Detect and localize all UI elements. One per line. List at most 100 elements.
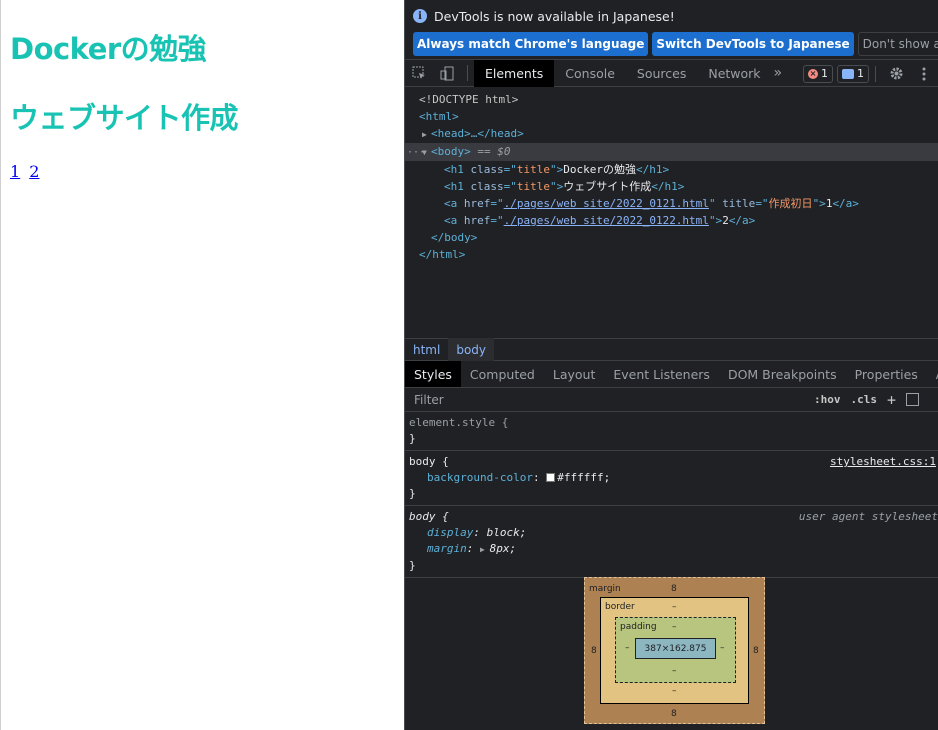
- border-top-value: –: [672, 602, 677, 612]
- dom-a-1[interactable]: <a href="./pages/web site/2022_0121.html…: [405, 195, 938, 212]
- stylesheet-source-link[interactable]: stylesheet.css:1: [830, 454, 936, 470]
- subtab-dom-breakpoints[interactable]: DOM Breakpoints: [719, 361, 846, 387]
- margin-right-value: 8: [753, 646, 759, 656]
- rule-element-style[interactable]: element.style { }: [405, 412, 938, 451]
- color-swatch[interactable]: [546, 473, 556, 482]
- device-toolbar-icon[interactable]: [433, 60, 461, 87]
- infobar-buttons: Always match Chrome's language Switch De…: [413, 32, 938, 56]
- subtab-styles[interactable]: Styles: [405, 361, 461, 387]
- breadcrumb-body[interactable]: body: [448, 338, 495, 361]
- subtab-layout[interactable]: Layout: [544, 361, 605, 387]
- selected-marker: == $0: [470, 145, 511, 158]
- tabbar-divider-right: [875, 65, 876, 82]
- margin-label: margin: [589, 584, 621, 594]
- h1-1-text: Dockerの勉強: [563, 163, 636, 176]
- subtab-event-listeners[interactable]: Event Listeners: [604, 361, 719, 387]
- bg-color-declaration[interactable]: background-color: #ffffff;: [409, 470, 934, 486]
- rule-close: }: [409, 432, 416, 445]
- margin-top-value: 8: [671, 584, 677, 594]
- padding-top-value: –: [672, 622, 677, 632]
- display-value: block;: [486, 526, 527, 539]
- dom-head[interactable]: ▶ <head>…</head>: [405, 125, 938, 143]
- collapse-arrow-icon[interactable]: ▼: [422, 144, 431, 161]
- dom-html-close[interactable]: </html>: [405, 246, 938, 263]
- page-title-website: ウェブサイト作成: [10, 101, 239, 135]
- ellipsis-icon: ···: [407, 147, 426, 158]
- padding-label: padding: [620, 622, 657, 632]
- dom-a-2[interactable]: <a href="./pages/web site/2022_0122.html…: [405, 212, 938, 229]
- error-icon: ×: [808, 68, 818, 79]
- main-tabbar: Elements Console Sources Network » × 1 1: [405, 59, 938, 87]
- new-rule-icon[interactable]: +: [887, 391, 896, 409]
- match-language-button[interactable]: Always match Chrome's language: [413, 32, 649, 56]
- more-tabs-icon[interactable]: »: [774, 65, 783, 81]
- tab-network[interactable]: Network: [697, 60, 771, 87]
- cls-toggle[interactable]: .cls: [851, 393, 878, 406]
- a1-title: 作成初日: [768, 197, 813, 210]
- subtab-accessibility[interactable]: Accessibility: [927, 361, 938, 387]
- message-badge[interactable]: 1: [837, 64, 869, 83]
- user-agent-source: user agent stylesheet: [798, 510, 938, 523]
- dom-body-close[interactable]: </body>: [405, 229, 938, 246]
- filter-controls: :hov .cls +: [814, 391, 920, 409]
- infobar-message: DevTools is now available in Japanese!: [434, 8, 675, 24]
- switch-language-button[interactable]: Switch DevTools to Japanese: [652, 32, 854, 56]
- page-title-docker: Dockerの勉強: [10, 32, 207, 66]
- devtools-panel: i DevTools is now available in Japanese!…: [404, 0, 938, 730]
- link-page-1[interactable]: 1: [10, 162, 20, 181]
- dom-h1-2[interactable]: <h1 class="title">ウェブサイト作成</h1>: [405, 178, 938, 195]
- error-count: 1: [821, 67, 828, 80]
- html-close-tag: </html>: [419, 248, 466, 261]
- head-tag: <head>…</head>: [431, 127, 524, 140]
- html-open-tag: <html>: [419, 110, 459, 123]
- margin-left-value: 8: [591, 646, 597, 656]
- styles-filter-bar: Filter :hov .cls +: [405, 388, 938, 412]
- breadcrumb: html body: [405, 338, 938, 361]
- inspect-element-icon[interactable]: [405, 60, 433, 87]
- styles-subtabs: Styles Computed Layout Event Listeners D…: [405, 361, 938, 388]
- element-style-selector: element.style {: [409, 416, 509, 429]
- display-declaration[interactable]: display: block;: [409, 525, 934, 541]
- border-bottom-value: –: [672, 686, 677, 696]
- a2-href-link[interactable]: ./pages/web site/2022_0122.html: [504, 214, 709, 227]
- message-icon: [842, 68, 854, 79]
- message-count: 1: [857, 67, 864, 80]
- tabbar-right: × 1 1: [799, 60, 938, 87]
- bg-color-value: #ffffff;: [557, 471, 611, 484]
- dom-html-open[interactable]: <html>: [405, 108, 938, 125]
- more-options-icon[interactable]: [910, 60, 938, 87]
- gear-icon[interactable]: [882, 60, 910, 87]
- expand-arrow-icon[interactable]: ▶: [422, 126, 431, 143]
- box-model-padding[interactable]: padding – – – – 387×162.875: [615, 617, 736, 683]
- link-page-2[interactable]: 2: [29, 162, 39, 181]
- page-viewport: Dockerの勉強 ウェブサイト作成 1 2: [0, 0, 404, 730]
- margin-bottom-value: 8: [671, 709, 677, 719]
- box-model-content[interactable]: 387×162.875: [635, 638, 716, 659]
- subtab-properties[interactable]: Properties: [846, 361, 927, 387]
- toggle-sidebar-icon[interactable]: [906, 393, 920, 406]
- info-icon: i: [413, 9, 427, 23]
- a2-text: 2: [722, 214, 729, 227]
- padding-bottom-value: –: [672, 666, 677, 676]
- padding-left-value: –: [625, 643, 630, 653]
- breadcrumb-html[interactable]: html: [405, 338, 448, 361]
- dom-body-open[interactable]: ···▼ <body> == $0: [405, 143, 938, 161]
- a1-href-link[interactable]: ./pages/web site/2022_0121.html: [504, 197, 709, 210]
- bg-color-prop: background-color: [427, 471, 533, 484]
- rule-body-stylesheet[interactable]: body { stylesheet.css:1 background-color…: [405, 451, 938, 506]
- page-links: 1 2: [10, 162, 43, 181]
- tab-sources[interactable]: Sources: [626, 60, 697, 87]
- body-open-tag: <body>: [431, 145, 471, 158]
- dom-doctype[interactable]: <!DOCTYPE html>: [405, 91, 938, 108]
- display-prop: display: [427, 526, 474, 539]
- dom-h1-1[interactable]: <h1 class="title">Dockerの勉強</h1>: [405, 161, 938, 178]
- hov-toggle[interactable]: :hov: [814, 393, 841, 406]
- tab-elements[interactable]: Elements: [474, 59, 555, 87]
- subtab-computed[interactable]: Computed: [461, 361, 544, 387]
- box-model-border[interactable]: border – – padding – – – – 387×162.875: [600, 597, 749, 704]
- styles-filter-input[interactable]: Filter: [408, 389, 806, 410]
- dont-show-again-button[interactable]: Don't show again: [857, 32, 938, 56]
- error-badge[interactable]: × 1: [803, 64, 833, 83]
- tab-console[interactable]: Console: [554, 60, 626, 87]
- box-model-margin[interactable]: margin 8 8 8 8 border – – padding – – – …: [584, 577, 765, 724]
